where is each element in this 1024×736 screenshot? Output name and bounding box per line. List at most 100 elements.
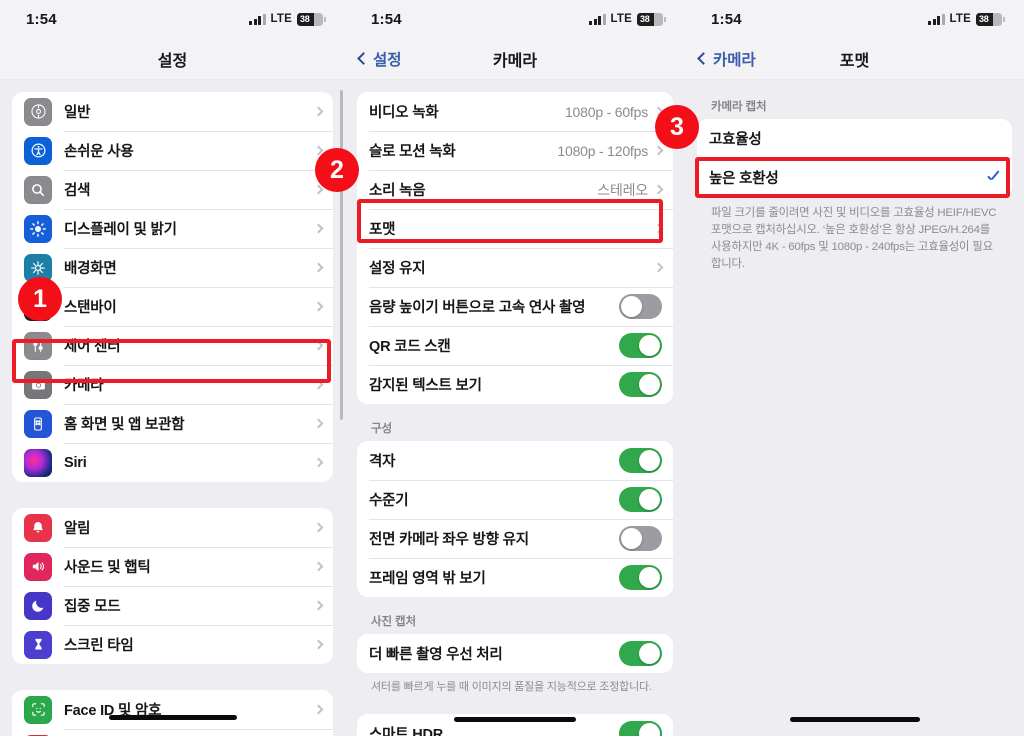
sidebar-item-accessibility[interactable]: 손쉬운 사용 [12,131,333,170]
settings-group-3: Face ID 및 암호 SOS 긴급 구조 요청 [12,690,333,736]
cellular-signal-icon [928,13,945,25]
home-screen-icon [24,409,52,438]
camera-group-1: 비디오 녹화 1080p - 60fps 슬로 모션 녹화 1080p - 12… [357,92,673,404]
sidebar-item-face-id[interactable]: Face ID 및 암호 [12,690,333,729]
sidebar-item-control-center[interactable]: 제어 센터 [12,326,333,365]
step-badge-2-number: 2 [330,155,344,184]
home-indicator-panel3 [789,717,920,722]
option-most-compatible[interactable]: 높은 호환성 [697,158,1012,197]
toggle-volume-up-burst[interactable] [619,294,662,319]
row-level[interactable]: 수준기 [357,480,673,519]
accessibility-icon [24,136,52,165]
sidebar-item-emergency-sos[interactable]: SOS 긴급 구조 요청 [12,729,333,736]
sidebar-item-screen-time[interactable]: 스크린 타임 [12,625,333,664]
battery-icon: 38 [976,12,1005,26]
toggle-grid[interactable] [619,448,662,473]
row-live-text[interactable]: 감지된 텍스트 보기 [357,365,673,404]
section-header-composition: 구성 [371,423,392,435]
sidebar-item-focus[interactable]: 집중 모드 [12,586,333,625]
sidebar-item-siri[interactable]: Siri [12,443,333,482]
row-mirror-front-camera[interactable]: 전면 카메라 좌우 방향 유지 [357,519,673,558]
back-button-label: 카메라 [713,51,756,69]
row-sound-recording[interactable]: 소리 녹음 스테레오 [357,170,673,209]
search-icon [24,175,52,204]
chevron-right-icon [313,639,324,650]
sidebar-item-label: 검색 [64,183,91,199]
row-preserve-settings[interactable]: 설정 유지 [357,248,673,287]
sidebar-item-search[interactable]: 검색 [12,170,333,209]
step-badge-1-number: 1 [33,284,47,313]
battery-percent: 38 [979,14,989,24]
brightness-icon [24,214,52,243]
back-button-camera[interactable]: 카메라 [697,48,756,70]
row-value: 스테레오 [597,181,648,198]
chevron-right-icon [313,223,324,234]
option-high-efficiency[interactable]: 고효율성 [697,119,1012,158]
section-header-photo-capture: 사진 캡처 [371,616,417,628]
sidebar-item-label: 스크린 타임 [64,638,134,654]
toggle-mirror-front-camera[interactable] [619,526,662,551]
checkmark-icon [985,170,1001,186]
sidebar-item-general[interactable]: 일반 [12,92,333,131]
three-panel-screenshot: 1:54 LTE 38 설정 일반 손쉬운 사용 검색 디스플레이 및 밝기 배… [0,0,1024,736]
sidebar-item-camera[interactable]: 카메라 [12,365,333,404]
toggle-smart-hdr[interactable] [619,720,662,736]
sidebar-item-home-screen[interactable]: 홈 화면 및 앱 보관함 [12,404,333,443]
sidebar-item-label: 제어 센터 [64,339,121,355]
chevron-right-icon [653,184,664,195]
sidebar-item-notifications[interactable]: 알림 [12,508,333,547]
chevron-right-icon [313,379,324,390]
chevron-left-icon [357,52,370,65]
toggle-qr-scan[interactable] [619,333,662,358]
row-view-outside-frame[interactable]: 프레임 영역 밖 보기 [357,558,673,597]
settings-list: 일반 손쉬운 사용 검색 디스플레이 및 밝기 배경화면 스탠바이 제어 센터 … [0,92,345,736]
toggle-live-text[interactable] [619,372,662,397]
row-label: 스마트 HDR [369,726,444,736]
formats-options-group: 고효율성 높은 호환성 [697,119,1012,197]
battery-percent: 38 [640,14,650,24]
face-id-icon [24,695,52,724]
row-slow-motion[interactable]: 슬로 모션 녹화 1080p - 120fps [357,131,673,170]
siri-icon [24,448,52,477]
sidebar-item-label: 배경화면 [64,261,117,277]
sidebar-item-sounds-haptics[interactable]: 사운드 및 햅틱 [12,547,333,586]
status-time: 1:54 [371,10,402,28]
row-label: 격자 [369,454,396,470]
row-label: 감지된 텍스트 보기 [369,378,482,394]
sidebar-item-label: 알림 [64,521,91,537]
chevron-right-icon [313,522,324,533]
scrollbar-panel1[interactable] [340,90,343,420]
row-label: QR 코드 스캔 [369,339,451,355]
back-button-settings[interactable]: 설정 [357,48,402,70]
toggle-level[interactable] [619,487,662,512]
row-grid[interactable]: 격자 [357,441,673,480]
hourglass-icon [24,630,52,659]
sidebar-item-label: Siri [64,454,87,471]
row-label: 더 빠른 촬영 우선 처리 [369,647,503,663]
cellular-signal-icon [589,13,606,25]
sidebar-item-display-brightness[interactable]: 디스플레이 및 밝기 [12,209,333,248]
camera-group-3: 더 빠른 촬영 우선 처리 [357,634,673,673]
toggle-view-outside-frame[interactable] [619,565,662,590]
chevron-right-icon [313,600,324,611]
sidebar-item-wallpaper[interactable]: 배경화면 [12,248,333,287]
row-label: 설정 유지 [369,261,426,277]
sidebar-item-label: 디스플레이 및 밝기 [64,222,177,238]
chevron-right-icon [313,561,324,572]
sound-icon [24,552,52,581]
row-qr-scan[interactable]: QR 코드 스캔 [357,326,673,365]
chevron-right-icon [313,301,324,312]
chevron-right-icon [313,457,324,468]
footnote-formats: 파일 크기를 줄이려면 사진 및 비디오를 고효율성 HEIF/HEVC 포맷으… [711,207,997,271]
row-formats[interactable]: 포맷 [357,209,673,248]
network-type-label: LTE [610,13,632,25]
row-video-recording[interactable]: 비디오 녹화 1080p - 60fps [357,92,673,131]
gear-icon [24,97,52,126]
row-volume-up-burst[interactable]: 음량 높이기 버튼으로 고속 연사 촬영 [357,287,673,326]
status-bar-panel3: 1:54 LTE 38 [685,0,1024,38]
step-badge-1: 1 [18,277,62,321]
row-prioritize-faster-shooting[interactable]: 더 빠른 촬영 우선 처리 [357,634,673,673]
row-value: 1080p - 120fps [557,142,648,159]
toggle-prioritize-faster-shooting[interactable] [619,641,662,666]
row-label: 소리 녹음 [369,183,426,199]
